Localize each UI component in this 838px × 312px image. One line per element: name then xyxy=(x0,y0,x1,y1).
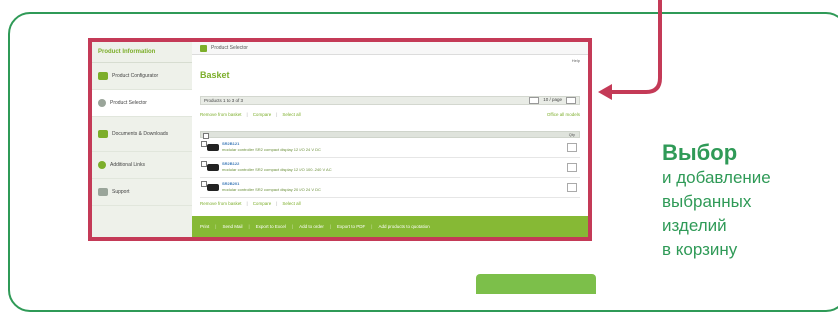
actions-bottom: Remove from basket | Compare | Select al… xyxy=(200,201,580,206)
send-mail-link[interactable]: Send Mail xyxy=(222,224,242,229)
caption: Выбор и добавление выбранных изделий в к… xyxy=(662,140,771,262)
sidebar-title: Product Information xyxy=(92,42,192,63)
help-link[interactable]: Help xyxy=(572,58,580,63)
results-count: Products 1 to 3 of 3 xyxy=(204,98,244,103)
sidebar-item-selector[interactable]: Product Selector xyxy=(92,90,192,117)
export-excel-link[interactable]: Export to Excel xyxy=(256,224,286,229)
table-row: SR2B122 modular controller SR2 compact d… xyxy=(200,159,580,178)
product-code-link[interactable]: SR2B121 xyxy=(222,141,239,146)
qty-input[interactable] xyxy=(567,183,577,192)
remove-from-basket-link[interactable]: Remove from basket xyxy=(200,201,242,206)
product-code-link[interactable]: SR2B201 xyxy=(222,181,239,186)
qty-input[interactable] xyxy=(567,143,577,152)
per-page-select[interactable]: 10 / page xyxy=(543,97,562,104)
sidebar-item-label: Product Selector xyxy=(110,100,147,106)
page-prev-button[interactable] xyxy=(529,97,540,104)
main-topbar: Product Selector xyxy=(192,42,588,55)
sidebar-item-configurator[interactable]: Product Configurator xyxy=(92,63,192,90)
export-pdf-link[interactable]: Export to PDF xyxy=(337,224,365,229)
links-icon xyxy=(98,161,106,169)
separator: | xyxy=(371,224,373,229)
support-icon xyxy=(98,188,108,196)
remove-from-basket-link[interactable]: Remove from basket xyxy=(200,112,242,117)
separator: | xyxy=(329,224,331,229)
office-models-link[interactable]: Office all models xyxy=(547,112,580,117)
caption-line: выбранных xyxy=(662,192,752,211)
select-all-link[interactable]: Select all xyxy=(282,112,300,117)
table-row: SR2B201 modular controller SR2 compact d… xyxy=(200,179,580,198)
basket-screenshot: Product Information Product Configurator… xyxy=(88,38,592,241)
main-panel: Product Selector Help Basket Products 1 … xyxy=(192,42,588,237)
documents-icon xyxy=(98,130,108,138)
separator: | xyxy=(276,112,278,117)
product-code-link[interactable]: SR2B122 xyxy=(222,161,239,166)
qty-header: Qty xyxy=(568,132,575,137)
table-row: SR2B121 modular controller SR2 compact d… xyxy=(200,139,580,158)
separator: | xyxy=(246,201,248,206)
sidebar-item-label: Product Configurator xyxy=(112,73,159,79)
sidebar-item-documents[interactable]: Documents & Downloads xyxy=(92,117,192,152)
separator: | xyxy=(291,224,294,229)
table-header: Qty xyxy=(200,131,580,139)
caption-line: в корзину xyxy=(662,240,738,259)
product-description: modular controller SR2 compact display 1… xyxy=(222,147,321,152)
print-link[interactable]: Print xyxy=(200,224,209,229)
basket-footer-actions: Print | Send Mail | Export to Excel | Ad… xyxy=(192,216,588,237)
sidebar-item-support[interactable]: Support xyxy=(92,179,192,206)
add-to-order-link[interactable]: Add to order xyxy=(299,224,324,229)
product-thumbnail xyxy=(207,144,219,151)
pagination-toolbar: Products 1 to 3 of 3 10 / page xyxy=(200,96,580,105)
compare-link[interactable]: Compare xyxy=(253,201,272,206)
caption-line: и добавление xyxy=(662,168,771,187)
sidebar: Product Information Product Configurator… xyxy=(92,42,193,237)
bottom-green-tab xyxy=(476,274,596,294)
separator: | xyxy=(246,112,248,117)
page-next-button[interactable] xyxy=(566,97,576,104)
product-thumbnail xyxy=(207,164,219,171)
add-to-quotation-link[interactable]: Add products to quotation xyxy=(378,224,429,229)
topbar-label[interactable]: Product Selector xyxy=(211,45,248,51)
sidebar-item-label: Additional Links xyxy=(110,162,146,168)
caption-line: изделий xyxy=(662,216,727,235)
sidebar-item-label: Documents & Downloads xyxy=(112,131,169,137)
selector-tab-icon xyxy=(200,44,207,52)
separator: | xyxy=(276,201,278,206)
sidebar-item-label: Support xyxy=(112,189,130,195)
caption-title: Выбор xyxy=(662,140,738,165)
product-description: modular controller SR2 compact display 2… xyxy=(222,187,321,192)
actions-top: Remove from basket | Compare | Select al… xyxy=(200,112,580,117)
product-thumbnail xyxy=(207,184,219,191)
qty-input[interactable] xyxy=(567,163,577,172)
compare-link[interactable]: Compare xyxy=(253,112,272,117)
separator: | xyxy=(248,224,250,229)
product-description: modular controller SR2 compact display 1… xyxy=(222,167,332,172)
configurator-icon xyxy=(98,72,108,80)
separator: | xyxy=(215,224,217,229)
page-title: Basket xyxy=(200,70,230,80)
select-all-link[interactable]: Select all xyxy=(282,201,300,206)
sidebar-item-links[interactable]: Additional Links xyxy=(92,152,192,179)
selector-icon xyxy=(98,99,106,107)
